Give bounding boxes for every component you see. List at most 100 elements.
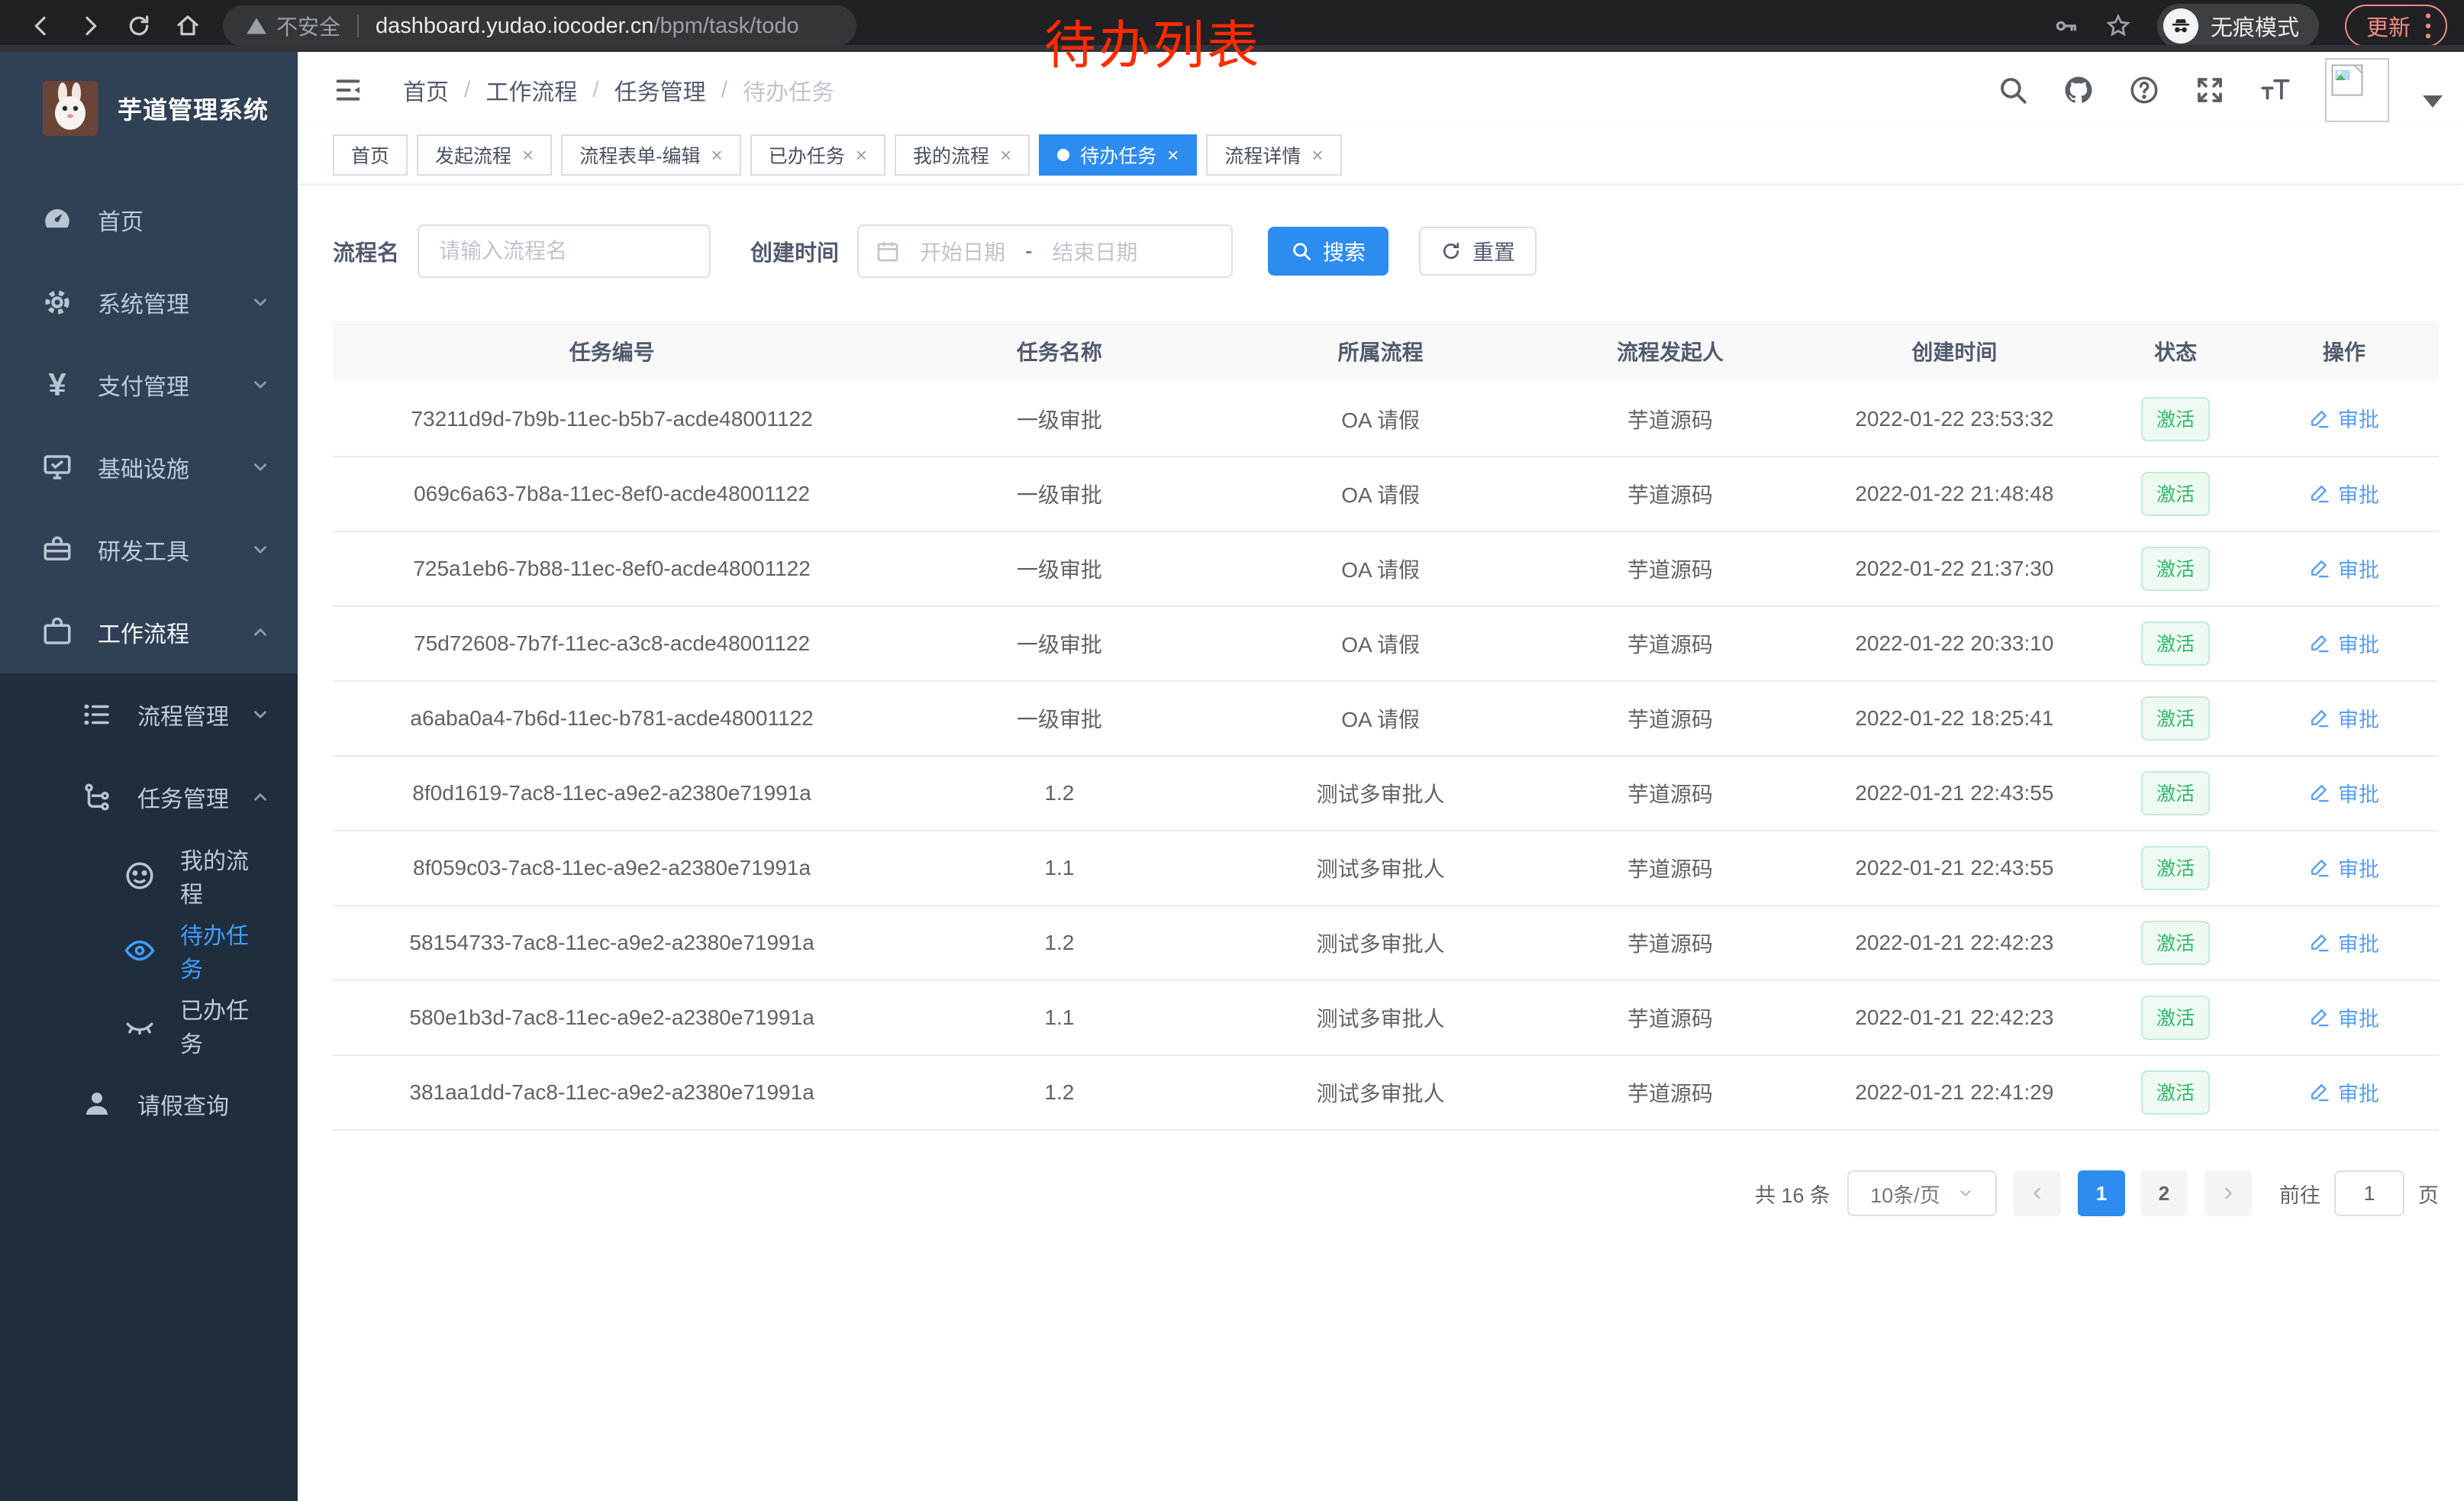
gear-icon [40, 285, 75, 320]
cell-process: OA 请假 [1228, 382, 1534, 457]
back-icon[interactable] [17, 2, 66, 50]
sidebar-item-my-process[interactable]: 我的流程 [0, 838, 298, 913]
cell-task-id: 58154733-7ac8-11ec-a9e2-a2380e71991a [333, 905, 891, 980]
github-icon[interactable] [2062, 74, 2095, 106]
approve-label: 审批 [2338, 703, 2379, 733]
page-numbers: 12 [2078, 1170, 2188, 1216]
cell-task-name: 1.1 [891, 980, 1227, 1055]
page-tab[interactable]: 首页 [333, 134, 408, 176]
address-bar[interactable]: 不安全 dashboard.yudao.iocoder.cn/bpm/task/… [223, 5, 856, 47]
tab-close-icon[interactable]: × [1167, 145, 1179, 165]
approve-link[interactable]: 审批 [2309, 628, 2379, 658]
breadcrumb-home[interactable]: 首页 [403, 73, 449, 107]
sidebar-item-system[interactable]: 系统管理 [0, 261, 298, 344]
sidebar-item-label: 任务管理 [137, 780, 229, 814]
sidebar-item-home[interactable]: 首页 [0, 179, 298, 261]
sidebar-item-label: 我的流程 [180, 842, 270, 909]
cell-action: 审批 [2250, 382, 2439, 457]
approve-label: 审批 [2338, 1002, 2379, 1032]
sidebar-item-label: 请假查询 [137, 1087, 229, 1121]
tab-close-icon[interactable]: × [1000, 145, 1011, 165]
tab-close-icon[interactable]: × [856, 145, 867, 165]
goto-page-input[interactable] [2334, 1170, 2404, 1216]
sidebar-item-workflow[interactable]: 工作流程 [0, 591, 298, 673]
start-date-placeholder: 开始日期 [920, 236, 1005, 266]
sidebar-item-task-mgmt[interactable]: 任务管理 [0, 756, 298, 838]
page-button-2[interactable]: 2 [2140, 1170, 2188, 1216]
breadcrumb-workflow[interactable]: 工作流程 [485, 73, 577, 107]
page-tab[interactable]: 流程表单-编辑 × [561, 134, 741, 176]
search-icon[interactable] [1997, 74, 2029, 106]
tab-close-icon[interactable]: × [522, 145, 534, 165]
approve-link[interactable]: 审批 [2309, 479, 2379, 508]
breadcrumb: 首页 / 工作流程 / 任务管理 / 待办任务 [403, 73, 834, 107]
tab-label: 已办任务 [769, 141, 845, 169]
sidebar-item-infrastructure[interactable]: 基础设施 [0, 426, 298, 508]
font-size-icon[interactable] [2259, 74, 2291, 106]
tab-close-icon[interactable]: × [711, 145, 723, 165]
column-header: 操作 [2250, 321, 2439, 382]
cell-process: OA 请假 [1228, 681, 1534, 756]
column-header: 任务名称 [891, 321, 1227, 382]
approve-link[interactable]: 审批 [2309, 554, 2379, 583]
eye-closed-icon [122, 1008, 157, 1043]
page-button-1[interactable]: 1 [2078, 1170, 2125, 1216]
table-row: a6aba0a4-7b6d-11ec-b781-acde48001122 一级审… [333, 681, 2439, 756]
approve-link[interactable]: 审批 [2309, 778, 2379, 808]
sidebar-item-label: 已办任务 [180, 992, 270, 1059]
fullscreen-icon[interactable] [2194, 74, 2226, 106]
approve-link[interactable]: 审批 [2309, 1002, 2379, 1032]
browser-menu-dots-icon[interactable] [2424, 12, 2432, 40]
approve-link[interactable]: 审批 [2309, 853, 2379, 883]
tab-close-icon[interactable]: × [1311, 145, 1323, 165]
collapse-menu-icon[interactable] [333, 75, 363, 105]
bookmark-star-icon[interactable] [2105, 13, 2131, 39]
update-button[interactable]: 更新 [2345, 5, 2447, 47]
cell-starter: 芋道源码 [1534, 606, 1808, 681]
page-size-select[interactable]: 10条/页 [1847, 1170, 1997, 1216]
sidebar-item-leave-query[interactable]: 请假查询 [0, 1063, 298, 1145]
cell-created-time: 2022-01-22 21:48:48 [1807, 457, 2101, 531]
incognito-icon [2163, 8, 2198, 44]
sidebar-item-devtools[interactable]: 研发工具 [0, 508, 298, 591]
tab-bar: 首页 发起流程 × 流程表单-编辑 × 已办任务 × 我的流程 × 待办任务 ×… [298, 128, 2464, 185]
process-name-input[interactable] [418, 224, 711, 278]
approve-link[interactable]: 审批 [2309, 928, 2379, 957]
sidebar-item-todo-tasks[interactable]: 待办任务 [0, 913, 298, 988]
page-tab[interactable]: 流程详情 × [1206, 134, 1341, 176]
prev-page-button[interactable] [2014, 1170, 2061, 1216]
help-icon[interactable] [2128, 74, 2160, 106]
status-badge: 激活 [2141, 397, 2210, 441]
next-page-button[interactable] [2204, 1170, 2252, 1216]
page-tab[interactable]: 发起流程 × [417, 134, 552, 176]
key-icon[interactable] [2053, 13, 2079, 39]
reload-icon[interactable] [114, 2, 163, 50]
reset-button[interactable]: 重置 [1419, 227, 1537, 276]
breadcrumb-task-mgmt[interactable]: 任务管理 [614, 73, 706, 107]
approve-link[interactable]: 审批 [2309, 1077, 2379, 1107]
page-tab[interactable]: 我的流程 × [895, 134, 1030, 176]
date-range-picker[interactable]: 开始日期 - 结束日期 [857, 224, 1233, 278]
search-button[interactable]: 搜索 [1268, 227, 1388, 276]
forward-icon[interactable] [66, 2, 114, 50]
user-avatar[interactable] [2325, 58, 2389, 122]
url-host: dashboard.yudao.iocoder.cn [376, 14, 653, 39]
table-header-row: 任务编号任务名称所属流程流程发起人创建时间状态操作 [333, 321, 2439, 382]
sidebar-item-payment[interactable]: ¥ 支付管理 [0, 344, 298, 426]
user-menu-caret-icon[interactable] [2423, 95, 2443, 108]
approve-link[interactable]: 审批 [2309, 703, 2379, 733]
cell-task-id: 725a1eb6-7b88-11ec-8ef0-acde48001122 [333, 531, 891, 606]
cell-task-id: 73211d9d-7b9b-11ec-b5b7-acde48001122 [333, 382, 891, 457]
breadcrumb-separator: / [592, 77, 598, 103]
sidebar-item-label: 系统管理 [98, 286, 189, 319]
page-tab[interactable]: 已办任务 × [750, 134, 885, 176]
sidebar-item-process-mgmt[interactable]: 流程管理 [0, 673, 298, 756]
sidebar-item-done-tasks[interactable]: 已办任务 [0, 988, 298, 1063]
table-row: 8f0d1619-7ac8-11ec-a9e2-a2380e71991a 1.2… [333, 756, 2439, 831]
chevron-down-icon [250, 705, 270, 725]
approve-link[interactable]: 审批 [2309, 403, 2379, 433]
page-tab[interactable]: 待办任务 × [1039, 134, 1197, 176]
home-icon[interactable] [163, 2, 212, 50]
app-logo-row[interactable]: 芋道管理系统 [0, 52, 298, 165]
cell-task-id: a6aba0a4-7b6d-11ec-b781-acde48001122 [333, 681, 891, 756]
